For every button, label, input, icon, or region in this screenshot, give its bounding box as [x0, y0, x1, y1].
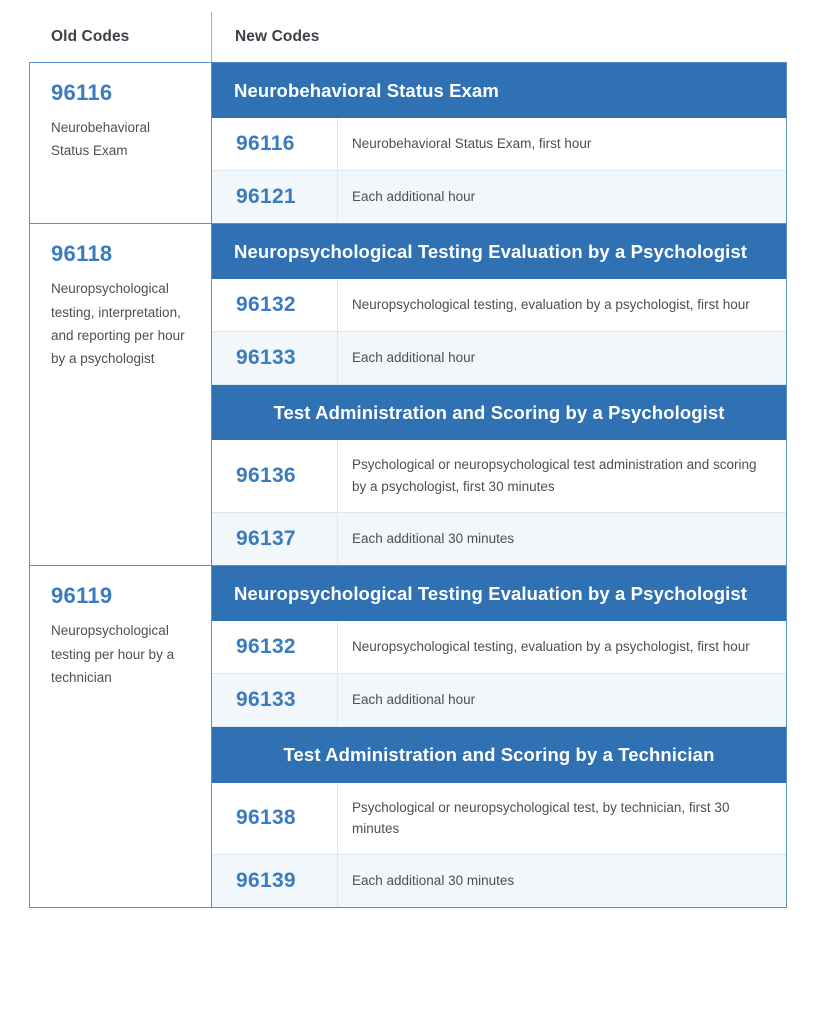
section-heading: Test Administration and Scoring by a Psy… — [212, 385, 786, 441]
section-heading: Test Administration and Scoring by a Tec… — [212, 727, 786, 783]
section-heading: Neurobehavioral Status Exam — [212, 63, 786, 119]
new-code-description: Each additional hour — [352, 692, 476, 708]
table-row: 96136 Psychological or neuropsychological… — [212, 440, 786, 514]
table-row: 96132 Neuropsychological testing, evaluat… — [212, 621, 786, 675]
new-code-number: 96137 — [212, 513, 338, 566]
old-code-cell: 96116 Neurobehavioral Status Exam — [30, 63, 212, 224]
code-crosswalk-table: 96116 Neurobehavioral Status Exam Neurobeh… — [29, 62, 787, 909]
cpt-code-crosswalk-page: Old Codes New Codes 96116 Neurobehavioral… — [0, 0, 816, 1024]
new-code-number: 96132 — [212, 621, 338, 674]
code-group: 96116 Neurobehavioral Status Exam Neurobeh… — [30, 63, 786, 225]
new-code-description: Each additional 30 minutes — [352, 531, 515, 547]
new-code-number: 96136 — [212, 440, 338, 513]
new-code-description: Neuropsychological testing, evaluation b… — [352, 639, 750, 655]
new-code-number: 96121 — [212, 171, 338, 224]
table-row: 96133 Each additional hour — [212, 674, 786, 728]
section-heading: Neuropsychological Testing Evaluation by… — [212, 566, 786, 622]
table-row: 96138 Psychological or neuropsychological… — [212, 782, 786, 856]
column-header-old-codes-label: Old Codes — [51, 28, 130, 45]
new-code-description: Psychological or neuropsychological test… — [352, 799, 730, 837]
column-header-old-codes: Old Codes — [29, 12, 211, 62]
old-code-cell: 96119 Neuropsychological testing per hour… — [30, 566, 212, 908]
column-header-new-codes: New Codes — [211, 12, 787, 62]
new-codes-column: Neuropsychological Testing Evaluation by… — [212, 566, 786, 908]
table-row: 96133 Each additional hour — [212, 332, 786, 386]
old-code-description: Neuropsychological testing, interpretati… — [51, 281, 185, 366]
new-code-number: 96138 — [212, 782, 338, 855]
section-heading: Neuropsychological Testing Evaluation by… — [212, 224, 786, 280]
old-code-description: Neuropsychological testing per hour by a… — [51, 623, 175, 685]
new-code-description: Each additional hour — [352, 350, 476, 366]
new-code-number: 96132 — [212, 279, 338, 332]
table-row: 96116 Neurobehavioral Status Exam, first … — [212, 118, 786, 172]
new-code-number: 96116 — [212, 118, 338, 171]
old-code-description: Neurobehavioral Status Exam — [51, 120, 151, 159]
new-code-description: Psychological or neuropsychological test… — [352, 457, 757, 495]
column-header-new-codes-label: New Codes — [235, 28, 320, 45]
code-group: 96119 Neuropsychological testing per hour… — [30, 566, 786, 908]
new-code-description: Neurobehavioral Status Exam, first hour — [352, 136, 592, 152]
new-code-description: Each additional hour — [352, 189, 476, 205]
old-code-cell: 96118 Neuropsychological testing, interpr… — [30, 224, 212, 566]
old-code-number: 96119 — [51, 583, 113, 609]
table-row: 96139 Each additional 30 minutes — [212, 855, 786, 908]
old-code-number: 96116 — [51, 80, 113, 105]
old-code-number: 96118 — [51, 241, 113, 267]
table-row: 96121 Each additional hour — [212, 171, 786, 224]
new-codes-column: Neuropsychological Testing Evaluation by… — [212, 224, 786, 566]
new-code-number: 96133 — [212, 674, 338, 727]
new-code-description: Neuropsychological testing, evaluation b… — [352, 297, 750, 313]
code-group: 96118 Neuropsychological testing, interpr… — [30, 224, 786, 567]
new-codes-column: Neurobehavioral Status Exam 96116 Neurobeh… — [212, 63, 786, 224]
new-code-number: 96133 — [212, 332, 338, 385]
new-code-number: 96139 — [212, 855, 338, 908]
table-row: 96132 Neuropsychological testing, evaluat… — [212, 279, 786, 333]
table-row: 96137 Each additional 30 minutes — [212, 513, 786, 566]
new-code-description: Each additional 30 minutes — [352, 873, 515, 889]
column-header-row: Old Codes New Codes — [29, 12, 787, 62]
